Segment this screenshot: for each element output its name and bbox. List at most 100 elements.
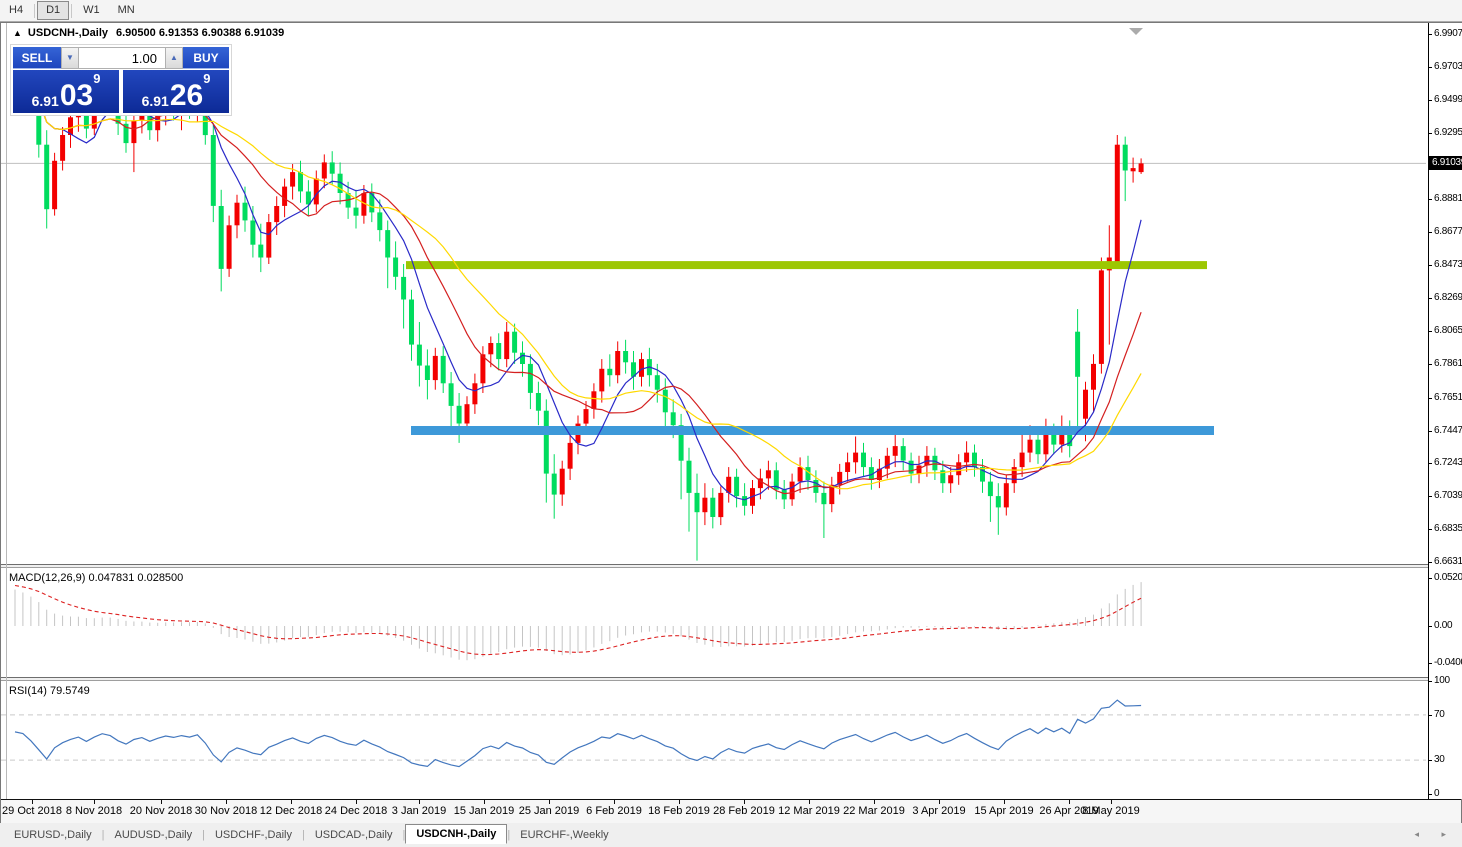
- candle-body: [1091, 363, 1096, 390]
- volume-input[interactable]: [79, 48, 165, 68]
- date-tick: [291, 800, 292, 804]
- candle-body: [440, 355, 446, 384]
- candle-body: [892, 446, 898, 456]
- volume-decrease-button[interactable]: ▼: [61, 47, 79, 69]
- price-axis-label: 6.92950: [1434, 127, 1462, 138]
- chart-tab-audusd-daily[interactable]: AUDUSD-,Daily: [104, 826, 202, 844]
- price-axis-label: 6.76510: [1434, 392, 1462, 403]
- candle-body: [226, 225, 232, 269]
- candle-body: [527, 363, 533, 393]
- date-label: 8 May 2019: [1082, 805, 1140, 817]
- rsi-indicator-label: RSI(14) 79.5749: [9, 685, 90, 697]
- rsi-axis-label: 70: [1434, 709, 1445, 720]
- chart-tab-eurusd-daily[interactable]: EURUSD-,Daily: [4, 826, 102, 844]
- candle-body: [623, 351, 629, 363]
- timeframe-button-mn[interactable]: MN: [109, 1, 144, 20]
- timeframe-button-h4[interactable]: H4: [0, 1, 32, 20]
- axis-tick: [1429, 298, 1432, 299]
- date-label: 15 Jan 2019: [453, 805, 515, 817]
- date-tick: [939, 800, 940, 804]
- axis-tick: [1429, 398, 1432, 399]
- candle-body: [321, 162, 327, 179]
- sell-price-display[interactable]: 6.91 03 9: [13, 70, 119, 113]
- candle-body: [258, 244, 264, 258]
- buy-button[interactable]: BUY: [183, 47, 229, 69]
- axis-tick: [1429, 681, 1432, 682]
- resistance-line[interactable]: [406, 261, 1207, 270]
- date-tick: [679, 800, 680, 804]
- axis-tick: [1429, 794, 1432, 795]
- candle-body: [615, 351, 621, 376]
- chart-window: ▲ USDCNH-,Daily 6.90500 6.91353 6.90388 …: [0, 22, 1462, 824]
- sell-price-pip-digit: 9: [93, 71, 101, 86]
- candle-body: [377, 212, 383, 231]
- price-axis-label: 6.99070: [1434, 28, 1462, 39]
- candle-body: [512, 331, 518, 353]
- rsi-pane[interactable]: [1, 681, 1428, 799]
- sell-button[interactable]: SELL: [13, 47, 61, 69]
- axis-tick: [1429, 265, 1432, 266]
- chart-tab-usdcnh-daily[interactable]: USDCNH-,Daily: [405, 824, 508, 844]
- volume-box: [79, 47, 165, 69]
- candle-body: [44, 144, 50, 210]
- support-line[interactable]: [411, 426, 1214, 435]
- chart-tab-eurchf-weekly[interactable]: EURCHF-,Weekly: [510, 826, 618, 844]
- macd-axis-label: -0.040015: [1434, 657, 1462, 668]
- rsi-line: [14, 699, 1142, 768]
- chart-shift-marker[interactable]: [1129, 28, 1143, 35]
- axis-tick: [1429, 431, 1432, 432]
- candle-body: [131, 120, 137, 144]
- candle-body: [416, 344, 422, 366]
- window-inner-edge: [6, 23, 7, 799]
- timeframe-button-w1[interactable]: W1: [74, 1, 109, 20]
- date-axis[interactable]: 29 Oct 2018 8 Nov 2018 20 Nov 2018 30 Nov 2…: [1, 799, 1461, 824]
- candle-body: [781, 489, 787, 500]
- date-label: 3 Apr 2019: [912, 805, 966, 817]
- candle-body: [504, 331, 510, 360]
- candle-body: [710, 497, 716, 517]
- date-tick: [614, 800, 615, 804]
- candle-body: [401, 276, 407, 300]
- candle-body: [1122, 144, 1128, 171]
- axis-tick: [1429, 133, 1432, 134]
- timeframe-button-d1[interactable]: D1: [37, 1, 70, 20]
- candle-body: [432, 355, 438, 381]
- candle-body: [242, 202, 248, 221]
- price-axis-label: 6.72430: [1434, 457, 1462, 468]
- candle-body: [583, 409, 589, 424]
- candle-body: [329, 162, 335, 174]
- candle-body: [789, 481, 795, 500]
- tab-scroll-arrows[interactable]: ◂ ▸: [1414, 829, 1456, 840]
- candle-body: [250, 220, 256, 245]
- candle-body: [1075, 331, 1081, 377]
- date-tick: [484, 800, 485, 804]
- axis-tick: [1429, 100, 1432, 101]
- candle-body: [686, 460, 692, 493]
- candle-body: [987, 481, 993, 497]
- candle-body: [1003, 483, 1009, 508]
- candle-body: [385, 230, 391, 258]
- date-label: 28 Feb 2019: [713, 805, 775, 817]
- rsi-axis-label: 30: [1434, 754, 1445, 765]
- chart-tab-usdcad-daily[interactable]: USDCAD-,Daily: [305, 826, 403, 844]
- collapse-panel-icon[interactable]: ▲: [13, 28, 22, 38]
- candle-body: [496, 343, 502, 360]
- axis-tick: [1429, 562, 1432, 563]
- date-label: 12 Mar 2019: [778, 805, 840, 817]
- axis-tick: [1429, 67, 1432, 68]
- candle-body: [274, 206, 280, 223]
- macd-pane[interactable]: [1, 568, 1428, 677]
- volume-increase-button[interactable]: ▲: [165, 47, 183, 69]
- price-axis-label: 6.80650: [1434, 325, 1462, 336]
- candle-body: [821, 492, 827, 505]
- candle-body: [266, 222, 272, 258]
- buy-price-pip-digit: 9: [203, 71, 211, 86]
- price-axis[interactable]: 6.99070 6.97030 6.94990 6.92950 6.88810 6.867…: [1428, 23, 1462, 799]
- candle-body: [702, 497, 708, 513]
- chart-tab-usdchf-daily[interactable]: USDCHF-,Daily: [205, 826, 302, 844]
- date-label: 6 Feb 2019: [586, 805, 642, 817]
- candle-body: [765, 470, 771, 479]
- candle-body: [718, 492, 724, 518]
- candle-body: [1019, 452, 1025, 468]
- buy-price-display[interactable]: 6.91 26 9: [123, 70, 229, 113]
